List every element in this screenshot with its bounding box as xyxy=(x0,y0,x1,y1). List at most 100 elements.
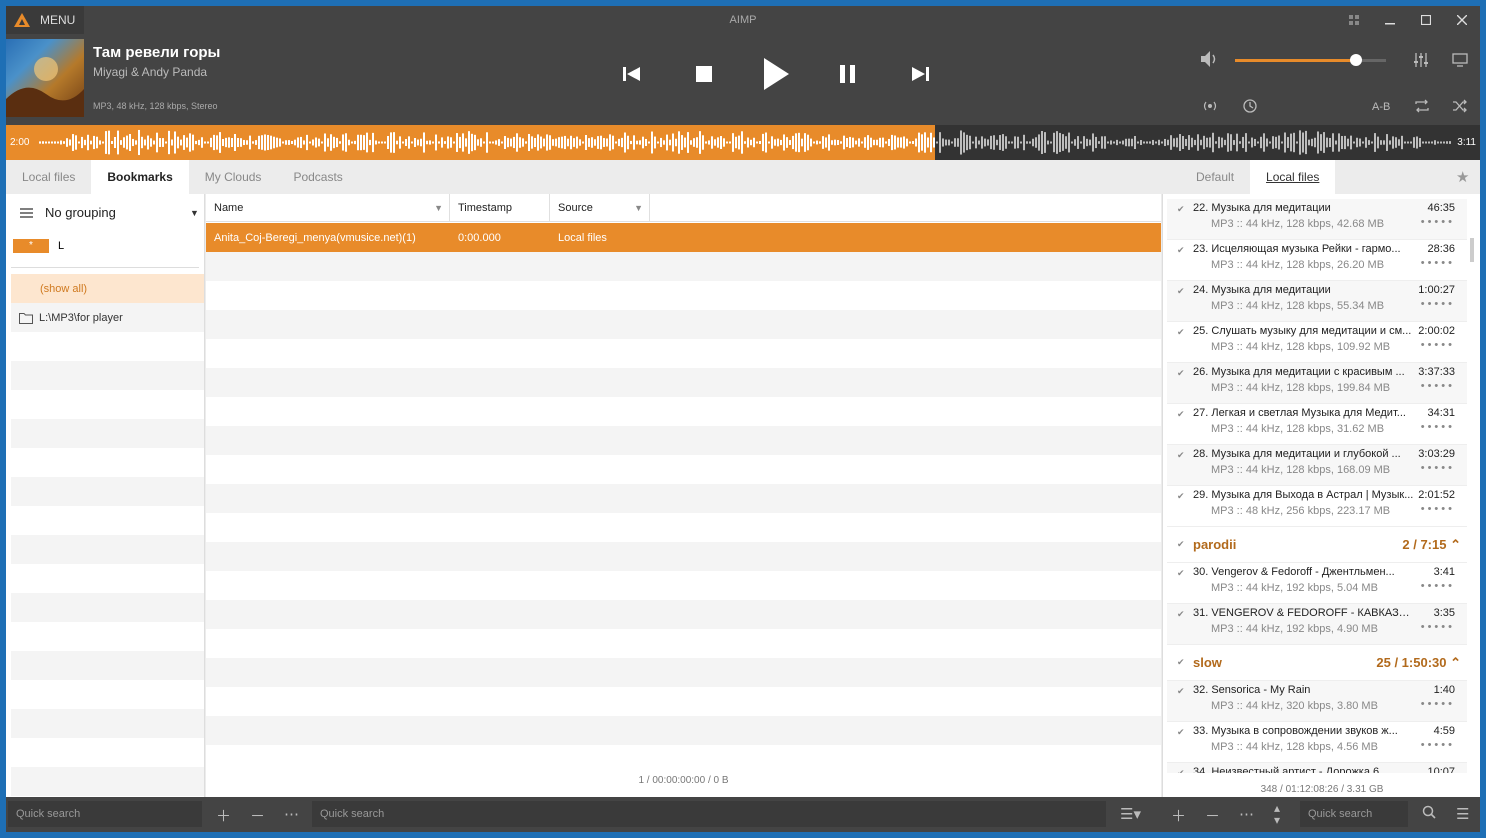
visualization-icon[interactable] xyxy=(1452,52,1468,71)
check-icon[interactable]: ✔ xyxy=(1177,286,1185,297)
rating-dots[interactable]: ••••• xyxy=(1421,739,1455,751)
column-header-source[interactable]: Source ▼ xyxy=(550,194,650,222)
rating-dots[interactable]: ••••• xyxy=(1421,621,1455,633)
check-icon[interactable]: ✔ xyxy=(1177,368,1185,379)
table-row[interactable]: Anita_Coj-Beregi_menya(vmusice.net)(1) 0… xyxy=(206,223,1161,252)
empty-row xyxy=(206,745,1161,774)
playlist-track[interactable]: ✔ 23. Исцеляющая музыка Рейки - гармо... 2… xyxy=(1167,240,1467,281)
filter-icon[interactable]: ▼ xyxy=(434,203,443,213)
minimize-button[interactable] xyxy=(1372,6,1408,34)
pause-button[interactable] xyxy=(812,56,884,92)
check-icon[interactable]: ✔ xyxy=(1177,245,1185,256)
tab-my-clouds[interactable]: My Clouds xyxy=(189,160,278,194)
playlist-track[interactable]: ✔ 24. Музыка для медитации 1:00:27 MP3 :: 4… xyxy=(1167,281,1467,322)
grouping-label[interactable]: No grouping xyxy=(45,205,116,220)
playlist-track[interactable]: ✔ 31. VENGEROV & FEDOROFF - КАВКАЗСК... 3:… xyxy=(1167,604,1467,645)
playlist-track[interactable]: ✔ 28. Музыка для медитации и глубокой ...… xyxy=(1167,445,1467,486)
check-icon[interactable]: ✔ xyxy=(1177,491,1185,502)
waveform-seekbar[interactable]: 2:00 3:11 xyxy=(6,125,1480,160)
sort-icon[interactable]: ▴ ▾ xyxy=(1274,802,1280,826)
empty-row xyxy=(206,513,1161,542)
tab-podcasts[interactable]: Podcasts xyxy=(277,160,358,194)
check-icon[interactable]: ✔ xyxy=(1177,609,1185,620)
rating-dots[interactable]: ••••• xyxy=(1421,298,1455,310)
radio-cast-icon[interactable] xyxy=(1201,99,1219,116)
playlist-group-header[interactable]: ✔ slow 25 / 1:50:30 ⌃ xyxy=(1167,645,1467,681)
group-item-folder[interactable]: L:\MP3\for player xyxy=(11,303,204,332)
rating-dots[interactable]: ••••• xyxy=(1421,216,1455,228)
hamburger-icon[interactable]: ☰ xyxy=(1456,805,1469,823)
check-icon[interactable]: ✔ xyxy=(1177,686,1185,697)
check-icon[interactable]: ✔ xyxy=(1177,657,1185,668)
chevron-down-icon[interactable]: ▼ xyxy=(190,208,199,218)
rating-dots[interactable]: ••••• xyxy=(1421,462,1455,474)
playlist-track[interactable]: ✔ 29. Музыка для Выхода в Астрал | Музык.… xyxy=(1167,486,1467,527)
check-icon[interactable]: ✔ xyxy=(1177,327,1185,338)
playlist-track[interactable]: ✔ 22. Музыка для медитации 46:35 MP3 :: 44 … xyxy=(1167,199,1467,240)
previous-button[interactable] xyxy=(596,56,668,92)
next-button[interactable] xyxy=(884,56,956,92)
check-icon[interactable]: ✔ xyxy=(1177,727,1185,738)
check-icon[interactable]: ✔ xyxy=(1177,204,1185,215)
rating-dots[interactable]: ••••• xyxy=(1421,380,1455,392)
group-filter[interactable]: * L xyxy=(13,239,64,253)
mini-mode-icon[interactable] xyxy=(1336,6,1372,34)
rating-dots[interactable]: ••••• xyxy=(1421,421,1455,433)
tab-bookmarks[interactable]: Bookmarks xyxy=(91,160,189,194)
playlist-track[interactable]: ✔ 30. Vengerov & Fedoroff - Джентльмен...… xyxy=(1167,563,1467,604)
empty-row xyxy=(206,484,1161,513)
play-button[interactable] xyxy=(740,56,812,92)
stop-button[interactable] xyxy=(668,56,740,92)
playlist-track[interactable]: ✔ 27. Легкая и светлая Музыка для Медит..… xyxy=(1167,404,1467,445)
group-item-show-all[interactable]: (show all) xyxy=(11,274,204,303)
more-icon[interactable]: ⋯ xyxy=(1239,805,1254,823)
maximize-button[interactable] xyxy=(1408,6,1444,34)
tab-playlist-default[interactable]: Default xyxy=(1180,160,1250,194)
check-icon[interactable]: ✔ xyxy=(1177,539,1185,550)
check-icon[interactable]: ✔ xyxy=(1177,768,1185,773)
playlist-track[interactable]: ✔ 25. Слушать музыку для медитации и см..… xyxy=(1167,322,1467,363)
ab-repeat-button[interactable]: A-B xyxy=(1372,101,1390,113)
check-icon[interactable]: ✔ xyxy=(1177,450,1185,461)
close-button[interactable] xyxy=(1444,6,1480,34)
column-header-timestamp[interactable]: Timestamp xyxy=(450,194,550,222)
volume-slider[interactable] xyxy=(1235,54,1386,66)
volume-icon[interactable] xyxy=(1200,50,1220,73)
check-icon[interactable]: ✔ xyxy=(1177,409,1185,420)
equalizer-icon[interactable] xyxy=(1413,52,1429,71)
playlist-scrollbar[interactable] xyxy=(1470,238,1474,262)
column-label: Source xyxy=(558,202,593,214)
playlist-menu-icon[interactable]: ☰▾ xyxy=(1120,805,1141,823)
playlist-track[interactable]: ✔ 32. Sensorica - My Rain 1:40 MP3 :: 44 kH… xyxy=(1167,681,1467,722)
volume-knob[interactable] xyxy=(1349,54,1362,66)
remove-icon[interactable]: － xyxy=(1205,805,1220,826)
remove-icon[interactable]: － xyxy=(250,805,265,826)
shuffle-icon[interactable] xyxy=(1452,99,1468,116)
search-icon[interactable] xyxy=(1422,805,1436,823)
sleep-timer-icon[interactable] xyxy=(1243,99,1257,116)
playlist-track[interactable]: ✔ 26. Музыка для медитации с красивым ...… xyxy=(1167,363,1467,404)
tab-local-files[interactable]: Local files xyxy=(6,160,91,194)
star-icon[interactable]: ★ xyxy=(1456,168,1469,186)
repeat-icon[interactable] xyxy=(1414,99,1430,116)
playlist-track[interactable]: ✔ 33. Музыка в сопровождении звуков ж... 4… xyxy=(1167,722,1467,763)
rating-dots[interactable]: ••••• xyxy=(1421,698,1455,710)
rating-dots[interactable]: ••••• xyxy=(1421,257,1455,269)
search-input-groups[interactable]: Quick search xyxy=(8,801,202,827)
album-cover[interactable] xyxy=(6,39,84,117)
filter-icon[interactable]: ▼ xyxy=(634,203,643,213)
playlist-group-header[interactable]: ✔ parodii 2 / 7:15 ⌃ xyxy=(1167,527,1467,563)
tab-playlist-local-files[interactable]: Local files xyxy=(1250,160,1336,194)
rating-dots[interactable]: ••••• xyxy=(1421,580,1455,592)
hamburger-icon[interactable] xyxy=(20,207,33,218)
playlist-track[interactable]: ✔ 34. Неизвестный артист - Дорожка 6 10:07… xyxy=(1167,763,1467,773)
search-input-playlist[interactable]: Quick search xyxy=(1300,801,1408,827)
rating-dots[interactable]: ••••• xyxy=(1421,503,1455,515)
check-icon[interactable]: ✔ xyxy=(1177,568,1185,579)
column-header-name[interactable]: Name ▼ xyxy=(206,194,450,222)
add-icon[interactable]: ＋ xyxy=(1171,805,1186,826)
search-input-bookmarks[interactable]: Quick search xyxy=(312,801,1106,827)
more-icon[interactable]: ⋯ xyxy=(284,805,299,823)
add-icon[interactable]: ＋ xyxy=(216,805,231,826)
rating-dots[interactable]: ••••• xyxy=(1421,339,1455,351)
